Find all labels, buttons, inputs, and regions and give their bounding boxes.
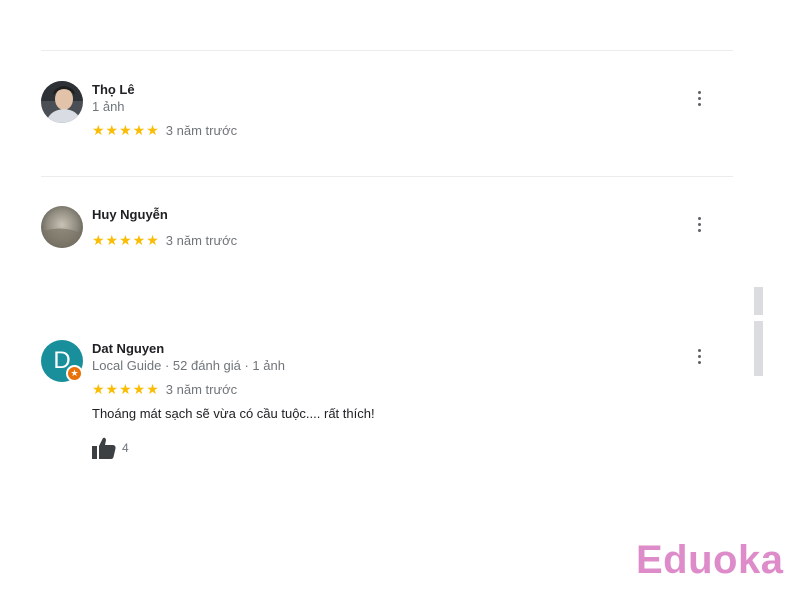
star-rating-icon: ★★★★★: [92, 122, 160, 138]
local-guide-badge-icon: ★: [66, 365, 83, 382]
more-vert-icon: [697, 348, 701, 352]
like-button[interactable]: 4: [92, 437, 129, 459]
more-options-button[interactable]: [690, 87, 708, 109]
reviewer-meta: 1 ảnh: [92, 99, 125, 114]
more-options-button[interactable]: [690, 213, 708, 235]
rating-row: ★★★★★ 3 năm trước: [92, 232, 237, 249]
more-vert-icon: [697, 216, 701, 220]
reviewer-meta: Local Guide · 52 đánh giá · 1 ảnh: [92, 358, 285, 373]
avatar[interactable]: [41, 206, 83, 248]
star-rating-icon: ★★★★★: [92, 381, 160, 397]
user-photo-icon: [41, 206, 83, 248]
review-time: 3 năm trước: [165, 123, 238, 138]
reviewer-name[interactable]: Thọ Lê: [92, 82, 135, 97]
rating-row: ★★★★★ 3 năm trước: [92, 122, 237, 139]
review-text: Thoáng mát sạch sẽ vừa có cầu tuộc.... r…: [92, 406, 375, 421]
avatar[interactable]: [41, 81, 83, 123]
scrollbar-thumb[interactable]: [754, 321, 763, 376]
review-time: 3 năm trước: [165, 233, 238, 248]
star-rating-icon: ★★★★★: [92, 232, 160, 248]
more-vert-icon: [697, 90, 701, 94]
eduoka-logo: Eduoka: [636, 538, 784, 582]
like-count: 4: [122, 441, 129, 455]
reviewer-name[interactable]: Dat Nguyen: [92, 341, 164, 356]
reviewer-name[interactable]: Huy Nguyễn: [92, 207, 168, 222]
thumbs-up-icon: [92, 437, 116, 459]
scrollbar-track[interactable]: [754, 287, 763, 315]
review-time: 3 năm trước: [165, 382, 238, 397]
rating-row: ★★★★★ 3 năm trước: [92, 381, 237, 398]
user-photo-icon: [41, 81, 83, 123]
review-divider: [41, 50, 733, 51]
review-divider: [41, 176, 733, 177]
more-options-button[interactable]: [690, 345, 708, 367]
